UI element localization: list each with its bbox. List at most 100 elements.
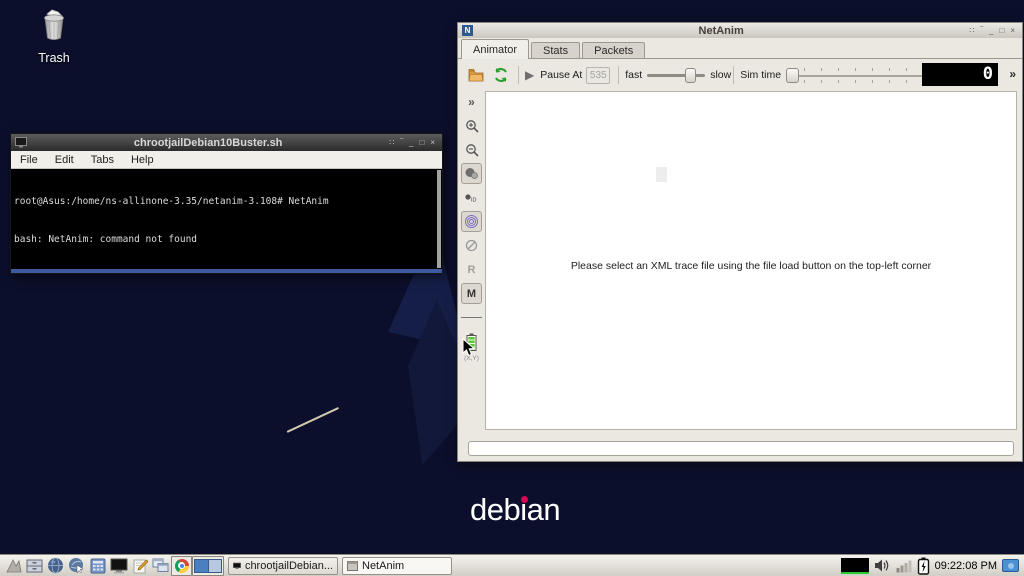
web-browser-launcher[interactable] [66,556,87,576]
app-menu-button[interactable] [3,556,24,576]
shade-button[interactable]: ‾ [980,27,983,35]
battery-charging-icon[interactable] [917,557,930,575]
animator-pane: » [458,91,1022,437]
minimize-button[interactable]: _ [409,139,413,147]
tab-stats[interactable]: Stats [531,42,580,59]
node-size-button[interactable] [461,163,482,184]
terminal-output[interactable]: root@Asus:/home/ns-allinone-3.35/netanim… [11,169,442,269]
menu-help[interactable]: Help [131,154,154,166]
two-circles-icon [464,167,479,180]
workspace-1[interactable] [195,560,209,572]
canvas-placeholder-message: Please select an XML trace file using th… [486,260,1016,272]
file-manager-launcher[interactable] [24,556,45,576]
chevron-right-icon: » [468,95,475,109]
debian-red-dot [521,496,528,503]
volume-icon[interactable] [874,558,891,573]
maximize-button[interactable]: □ [419,139,424,147]
window-menu-button[interactable]: ∷ [969,27,974,35]
close-button[interactable]: × [430,139,435,147]
sim-time-label: Sim time [740,69,781,81]
cpu-monitor-applet[interactable] [841,558,869,574]
speed-slider-handle[interactable] [685,68,696,83]
zoom-out-button[interactable] [461,139,482,160]
terminal-window: chrootjailDebian10Buster.sh ∷ ‾ _ □ × Fi… [10,133,443,274]
pager-icon [194,559,222,573]
terminal-bottom-border [11,269,442,273]
reload-button[interactable] [491,65,511,85]
chrome-icon [175,559,189,573]
clock[interactable]: 09:22:08 PM [935,560,997,572]
show-node-id-button[interactable]: ID [461,187,482,208]
speed-slider[interactable] [647,68,705,83]
globe-launcher[interactable] [45,556,66,576]
netanim-tabbar: Animator Stats Packets [458,38,1022,59]
route-r-label: R [468,264,476,276]
terminal-menubar: File Edit Tabs Help [11,151,442,169]
toolbar-overflow-button[interactable]: » [1009,67,1016,81]
wireless-circles-button[interactable] [461,211,482,232]
close-button[interactable]: × [1010,27,1015,35]
screenshot-tool-icon[interactable] [1002,559,1019,572]
terminal-scrollbar[interactable] [437,170,441,268]
wallpaper-needle-line [287,407,340,433]
sim-time-lcd-display: 0 [922,63,998,86]
workspace-pager[interactable] [192,556,224,576]
minimize-button[interactable]: _ [989,27,993,35]
terminal-window-title: chrootjailDebian10Buster.sh [27,137,389,149]
show-meta-button[interactable]: M [461,283,482,304]
netanim-window: N NetAnim ∷ ‾ _ □ × Animator Stats Packe… [457,22,1023,462]
task-button-terminal[interactable]: chrootjailDebian... [228,557,338,575]
show-routes-button[interactable]: R [461,259,482,280]
zoom-out-icon [465,143,479,157]
window-switcher-launcher[interactable] [150,556,171,576]
slow-label: slow [710,69,731,81]
block-packets-button[interactable] [461,235,482,256]
file-open-button[interactable] [466,65,486,85]
monitor-icon [233,561,241,571]
shade-button[interactable]: ‾ [400,139,403,147]
slashed-circle-icon [465,239,478,252]
maximize-button[interactable]: □ [999,27,1004,35]
folder-icon [468,68,484,82]
app-window-icon [347,561,358,571]
task-button-netanim[interactable]: NetAnim [342,557,452,575]
chrome-launcher[interactable] [171,556,192,576]
play-button[interactable]: ▶ [525,68,534,82]
netanim-titlebar[interactable]: N NetAnim ∷ ‾ _ □ × [458,23,1022,38]
animator-toolbar: ▶ Pause At 535 fast slow Sim time 0 » [458,59,1022,91]
terminal-line: root@Asus:/home/ns-allinone-3.35/netanim… [14,196,434,209]
terminal-launcher[interactable] [108,556,129,576]
task-label: chrootjailDebian... [245,560,333,572]
menu-tabs[interactable]: Tabs [91,154,114,166]
sim-time-slider-handle[interactable] [786,68,799,83]
calculator-launcher[interactable] [87,556,108,576]
node-id-icon: ID [465,193,479,203]
window-menu-button[interactable]: ∷ [389,139,394,147]
fast-label: fast [625,69,642,81]
browser-globe-icon [68,557,85,574]
text-editor-launcher[interactable] [129,556,150,576]
meta-m-label: M [467,288,476,300]
zoom-in-button[interactable] [461,115,482,136]
notepad-pencil-icon [132,558,148,574]
tab-animator[interactable]: Animator [461,39,529,59]
network-signal-icon[interactable] [896,559,912,573]
tab-packets[interactable]: Packets [582,42,645,59]
workspace-2[interactable] [209,560,222,572]
expand-toolbar-button[interactable]: » [461,91,482,112]
system-tray: 09:22:08 PM [841,557,1021,575]
terminal-titlebar[interactable]: chrootjailDebian10Buster.sh ∷ ‾ _ □ × [11,134,442,151]
netanim-window-title: NetAnim [476,25,966,37]
debian-wordmark: debian [470,492,560,527]
toolbar-separator [733,66,734,84]
speed-slider-groove [647,74,705,77]
trash-desktop-icon[interactable]: Trash [18,8,90,65]
menu-edit[interactable]: Edit [55,154,74,166]
animation-canvas[interactable]: Please select an XML trace file using th… [485,91,1017,430]
terminal-line: bash: NetAnim: command not found [14,234,434,247]
taskbar: chrootjailDebian... NetAnim [0,554,1024,576]
packet-timeline-button[interactable] [461,307,482,328]
zoom-in-icon [465,119,479,133]
menu-file[interactable]: File [20,154,38,166]
reload-icon [493,67,509,83]
